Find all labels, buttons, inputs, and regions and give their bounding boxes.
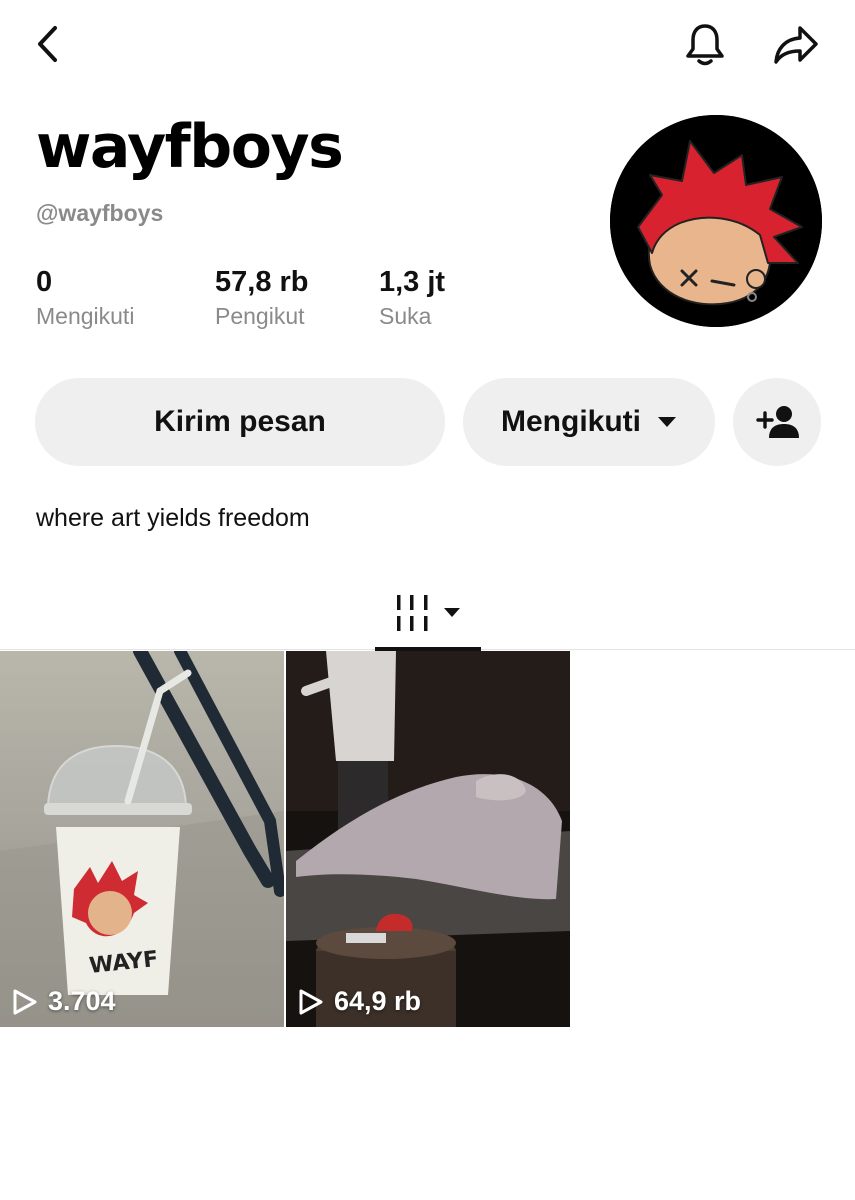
- stat-value: 0: [36, 266, 53, 298]
- play-icon: [13, 989, 37, 1014]
- following-dropdown-button[interactable]: Mengikuti: [463, 378, 715, 466]
- stat-label: Pengikut: [215, 303, 305, 329]
- stat-likes[interactable]: 1,3 jt Suka: [379, 266, 445, 330]
- chevron-left-icon: [38, 26, 57, 62]
- profile-display-name: wayfboys: [36, 112, 344, 182]
- send-message-button[interactable]: Kirim pesan: [35, 378, 445, 466]
- tab-videos-grid[interactable]: [375, 575, 481, 651]
- add-user-icon: [756, 406, 799, 438]
- caret-down-icon: [444, 608, 460, 617]
- share-icon: [774, 26, 818, 64]
- view-count-label: 64,9 rb: [334, 986, 422, 1016]
- add-friend-button[interactable]: [733, 378, 821, 466]
- bell-icon: [686, 24, 724, 66]
- grid-icon: [397, 594, 428, 631]
- profile-handle: @wayfboys: [36, 200, 164, 226]
- view-count-label: 3.704: [48, 986, 116, 1016]
- stat-label: Mengikuti: [36, 303, 135, 329]
- play-icon: [299, 989, 323, 1014]
- following-label: Mengikuti: [501, 405, 641, 438]
- view-count: 64,9 rb: [298, 986, 421, 1017]
- video-thumbnail[interactable]: WAYF 3.704: [0, 651, 284, 1027]
- avatar[interactable]: [610, 115, 822, 327]
- notification-button[interactable]: [682, 20, 728, 70]
- share-button[interactable]: [770, 20, 822, 70]
- stat-value: 1,3 jt: [379, 266, 446, 298]
- view-count: 3.704: [12, 986, 116, 1017]
- stat-value: 57,8 rb: [215, 266, 309, 298]
- content-tabs: [0, 575, 855, 651]
- send-message-label: Kirim pesan: [154, 405, 326, 438]
- profile-bio: where art yields freedom: [36, 504, 310, 532]
- top-bar: [0, 0, 855, 90]
- stat-followers[interactable]: 57,8 rb Pengikut: [215, 266, 309, 330]
- avatar-illustration: [610, 115, 822, 327]
- video-thumbnail[interactable]: 64,9 rb: [286, 651, 570, 1027]
- caret-down-icon: [658, 417, 676, 427]
- stat-following[interactable]: 0 Mengikuti: [36, 266, 134, 330]
- stat-label: Suka: [379, 303, 432, 329]
- video-thumbnail-image: WAYF: [0, 651, 284, 1027]
- back-button[interactable]: [28, 24, 68, 64]
- video-thumbnail-image: [286, 651, 570, 1027]
